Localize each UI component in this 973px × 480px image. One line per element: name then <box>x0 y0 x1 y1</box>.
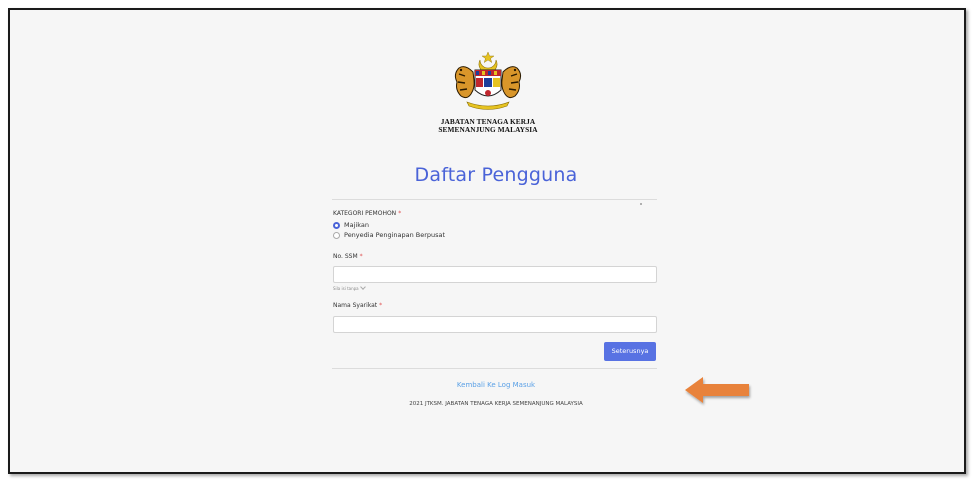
radio-label: Penyedia Penginapan Berpusat <box>344 231 446 239</box>
radio-option-majikan[interactable]: Majikan <box>333 221 369 229</box>
ssm-hint: Sila isi tanpa <box>333 284 366 291</box>
required-mark: * <box>359 253 363 260</box>
back-to-login-link[interactable]: Kembali Ke Log Masuk <box>340 381 652 389</box>
decorative-dot <box>640 203 642 205</box>
category-label: KATEGORI PEMOHON * <box>333 210 402 217</box>
ssm-label: No. SSM * <box>333 253 363 260</box>
ssm-input[interactable] <box>333 266 657 283</box>
radio-option-penyedia[interactable]: Penyedia Penginapan Berpusat <box>333 231 445 239</box>
logo-text-line-2: SEMENANJUNG MALAYSIA <box>438 125 538 134</box>
footer-copyright: 2021 JTKSM. JABATAN TENAGA KERJA SEMENAN… <box>409 401 583 407</box>
coat-of-arms-icon <box>454 51 522 110</box>
arrow-left-icon <box>685 377 749 403</box>
divider <box>332 199 657 200</box>
next-button[interactable]: Seterusnya <box>604 342 656 361</box>
radio-label: Majikan <box>344 221 369 229</box>
chevron-down-icon <box>359 284 366 290</box>
page-title: Daftar Pengguna <box>414 164 578 186</box>
company-label: Nama Syarikat * <box>333 302 383 309</box>
company-name-input[interactable] <box>333 316 657 333</box>
required-mark: * <box>379 302 383 309</box>
jtksm-logo: JABATAN TENAGA KERJA SEMENANJUNG MALAYSI… <box>438 50 538 140</box>
radio-unchecked-icon[interactable] <box>333 231 340 239</box>
divider <box>332 368 657 369</box>
radio-checked-icon[interactable] <box>333 221 340 229</box>
required-mark: * <box>398 210 402 217</box>
